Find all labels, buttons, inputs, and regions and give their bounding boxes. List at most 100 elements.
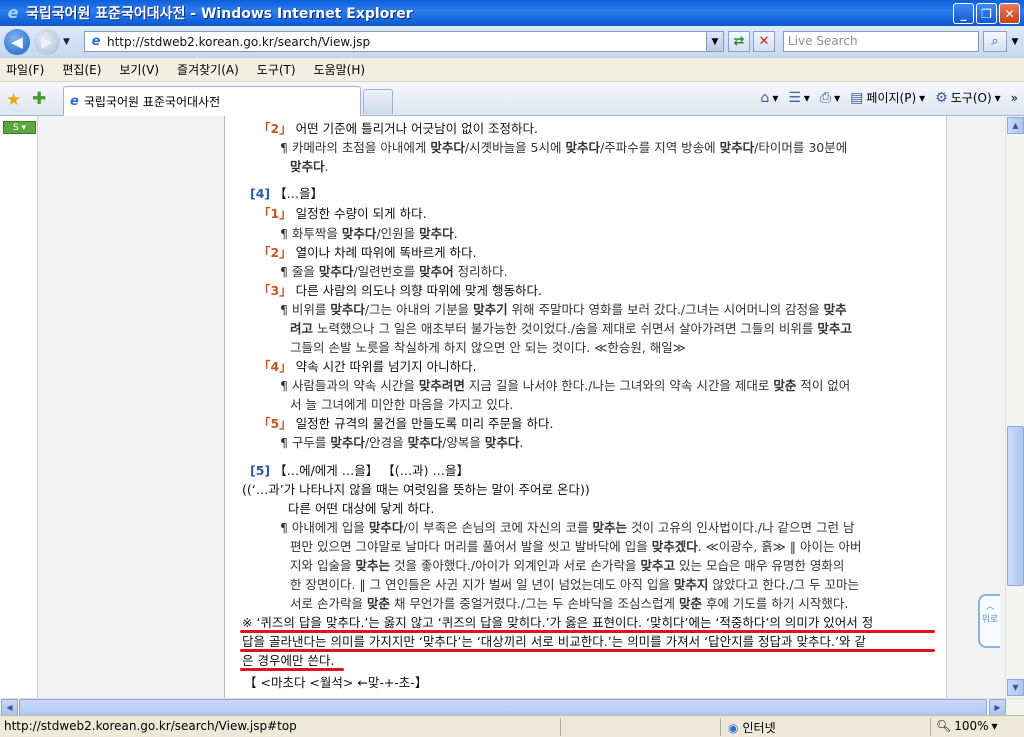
- page-content: S ▾ ︿ 위로 「2」 어떤 기준에 틀리거나 어긋남이 없이 조정하다. ¶ …: [0, 116, 1024, 698]
- feeds-button[interactable]: ☰ ▾: [788, 90, 810, 106]
- close-button[interactable]: ✕: [999, 3, 1020, 24]
- grammar-pattern: 【…에/에게 …을】 【(…과) …을】: [270, 463, 469, 478]
- command-bar: ⌂ ▾ ☰ ▾ ⎙ ▾ ▤ 페이지(P) ▾ ⚙ 도구(O) ▾ »: [760, 89, 1018, 106]
- sense-number: 「5」: [258, 416, 292, 431]
- print-button[interactable]: ⎙ ▾: [820, 90, 840, 106]
- search-options-dropdown[interactable]: ▼: [1009, 31, 1021, 52]
- sense-number: 「2」: [258, 121, 292, 136]
- etymology: 【 <마초다 <월석> ←맞-+-초-】: [244, 675, 428, 690]
- back-button[interactable]: ◀: [4, 29, 30, 55]
- search-input[interactable]: Live Search: [783, 31, 979, 52]
- address-dropdown-icon[interactable]: ▼: [706, 32, 723, 51]
- menu-file[interactable]: 파일(F): [6, 61, 44, 78]
- page-menu-button[interactable]: ▤ 페이지(P) ▾: [850, 89, 925, 106]
- page-icon: ▤: [850, 89, 864, 106]
- stop-button[interactable]: ✕: [753, 31, 775, 52]
- left-panel: S ▾: [0, 116, 38, 698]
- horizontal-scrollbar[interactable]: ◀ ▶: [0, 698, 1024, 716]
- home-icon: ⌂: [760, 89, 770, 106]
- sense-definition: 「2」 어떤 기준에 틀리거나 어긋남이 없이 조정하다.: [258, 119, 538, 138]
- globe-icon: ◉: [728, 720, 739, 735]
- example-sentence: 그들의 손발 노릇을 착실하게 하지 않으면 안 되는 것이다. ≪한승원, 해…: [290, 340, 686, 355]
- vertical-scrollbar[interactable]: ▲ ▼: [1005, 116, 1024, 698]
- menu-view[interactable]: 보기(V): [119, 61, 159, 78]
- example-sentence: 려고 노력했으나 그 일은 애초부터 불가능한 것이었다./숨을 제대로 쉬면서…: [290, 321, 852, 336]
- status-bar: http://stdweb2.korean.go.kr/search/View.…: [0, 715, 1024, 737]
- definition-text: 열이나 차례 따위에 똑바르게 하다.: [291, 245, 477, 260]
- scroll-left-arrow-icon[interactable]: ◀: [1, 699, 18, 716]
- definition-text: 어떤 기준에 틀리거나 어긋남이 없이 조정하다.: [291, 121, 539, 136]
- example-sentence: ¶ 사람들과의 약속 시간을 맞추려면 지금 길을 나서야 한다./나는 그녀와…: [280, 378, 851, 393]
- example-sentence: 서 늘 그녀에게 미안한 마음을 가지고 있다.: [290, 397, 514, 412]
- menu-edit[interactable]: 편집(E): [62, 61, 101, 78]
- example-sentence: ¶ 카메라의 초점을 아내에게 맞추다/시곗바늘을 5시에 맞추다/주파수를 지…: [280, 140, 848, 155]
- grammar-pattern: 【…을】: [270, 186, 324, 201]
- scroll-to-top-label: 위로: [981, 615, 999, 625]
- tab-row: ★ ✚ e 국립국어원 표준국어대사전 ⌂ ▾ ☰ ▾ ⎙ ▾ ▤ 페이지(P) ▾ ⚙ 도…: [0, 82, 1024, 116]
- sense-number: 「3」: [258, 283, 292, 298]
- example-sentence: ¶ 줄을 맞추다/일련번호를 맞추어 정리하다.: [280, 264, 508, 279]
- highlight-underline: [240, 649, 935, 652]
- menu-bar: 파일(F) 편집(E) 보기(V) 즐겨찾기(A) 도구(T) 도움말(H): [0, 58, 1024, 82]
- example-sentence: ¶ 비위를 맞추다/그는 아내의 기분을 맞추기 위해 주말마다 영화를 보러 …: [280, 302, 847, 317]
- zoom-icon: 🔍︎: [936, 719, 952, 733]
- example-sentence: 맞추다.: [290, 159, 329, 174]
- tab-dictionary[interactable]: e 국립국어원 표준국어대사전: [63, 86, 361, 116]
- ie-logo-icon: e: [7, 3, 19, 22]
- search-icon[interactable]: ⌕: [983, 31, 1007, 52]
- printer-icon: ⎙: [819, 89, 832, 106]
- menu-tools[interactable]: 도구(T): [257, 61, 296, 78]
- sense-number: 「1」: [258, 206, 292, 221]
- menu-help[interactable]: 도움말(H): [314, 61, 366, 78]
- example-sentence: ¶ 화투짝을 맞추다/인원을 맞추다.: [280, 226, 458, 241]
- example-sentence: ¶ 구두를 맞추다/안경을 맞추다/양복을 맞추다.: [280, 435, 524, 450]
- gear-icon: ⚙: [935, 89, 948, 106]
- menu-favorites[interactable]: 즐겨찾기(A): [177, 61, 239, 78]
- scroll-up-arrow-icon[interactable]: ▲: [1007, 117, 1024, 134]
- security-zone[interactable]: ◉ 인터넷: [728, 719, 776, 736]
- forward-button[interactable]: ▶: [34, 29, 60, 55]
- definition-text: 약속 시간 따위를 넘기지 아니하다.: [291, 359, 477, 374]
- sense-number: 「2」: [258, 245, 292, 260]
- new-tab-button[interactable]: [363, 89, 393, 114]
- favorites-star-icon[interactable]: ★: [6, 90, 21, 110]
- sense-number: 「4」: [258, 359, 292, 374]
- tab-label: 국립국어원 표준국어대사전: [83, 95, 221, 109]
- minimize-button[interactable]: _: [953, 3, 974, 24]
- scroll-right-arrow-icon[interactable]: ▶: [989, 699, 1006, 716]
- scroll-thumb[interactable]: [19, 699, 987, 716]
- scroll-to-top-button[interactable]: ︿ 위로: [978, 594, 1000, 648]
- page-icon: e: [70, 94, 79, 109]
- highlight-underline: [240, 668, 344, 671]
- address-url[interactable]: http://stdweb2.korean.go.kr/search/View.…: [107, 35, 370, 49]
- usage-condition: ((‘…과’가 나타나지 않을 때는 여럿임을 뜻하는 말이 주어로 온다)): [242, 482, 590, 497]
- recent-pages-dropdown[interactable]: ▼: [63, 37, 70, 47]
- tools-menu-button[interactable]: ⚙ 도구(O) ▾: [935, 89, 1000, 106]
- status-url: http://stdweb2.korean.go.kr/search/View.…: [4, 719, 297, 733]
- refresh-button[interactable]: ⇄: [728, 31, 750, 52]
- zoom-level[interactable]: 🔍︎ 100% ▾: [936, 719, 998, 733]
- maximize-button[interactable]: ❐: [976, 3, 997, 24]
- address-bar[interactable]: e http://stdweb2.korean.go.kr/search/Vie…: [84, 31, 724, 52]
- home-button[interactable]: ⌂ ▾: [760, 90, 778, 106]
- up-chevron-icon: ︿: [985, 602, 995, 612]
- sense-group: [4] 【…을】: [250, 184, 323, 203]
- definition-text: 일정한 수량이 되게 하다.: [291, 206, 427, 221]
- group-number: [5]: [250, 463, 271, 478]
- sense-definition: 「2」 열이나 차례 따위에 똑바르게 하다.: [258, 243, 477, 262]
- definition-text: 일정한 규격의 물건을 만들도록 미리 주문을 하다.: [291, 416, 554, 431]
- window-controls: _ ❐ ✕: [953, 3, 1020, 24]
- panel-toggle-button[interactable]: S ▾: [3, 121, 36, 134]
- address-toolbar: ◀ ▶ ▼ e http://stdweb2.korean.go.kr/sear…: [0, 26, 1024, 58]
- status-divider: [930, 718, 931, 736]
- example-sentence: 한 장면이다. ‖ 그 연인들은 사귄 지가 벌써 일 년이 넘었는데도 아직 …: [290, 577, 859, 592]
- definition-text: 다른 어떤 대상에 닿게 하다.: [288, 501, 435, 516]
- sense-definition: 「4」 약속 시간 따위를 넘기지 아니하다.: [258, 357, 477, 376]
- left-gutter: [38, 116, 224, 698]
- scroll-thumb[interactable]: [1007, 426, 1024, 586]
- example-sentence: 지와 입술을 맞추는 것을 좋아했다./아이가 외계인과 서로 손가락을 맞추고…: [290, 558, 845, 573]
- scroll-down-arrow-icon[interactable]: ▼: [1007, 679, 1024, 696]
- page-icon: e: [91, 33, 101, 49]
- more-commands-button[interactable]: »: [1011, 91, 1018, 105]
- add-favorites-icon[interactable]: ✚: [32, 89, 46, 109]
